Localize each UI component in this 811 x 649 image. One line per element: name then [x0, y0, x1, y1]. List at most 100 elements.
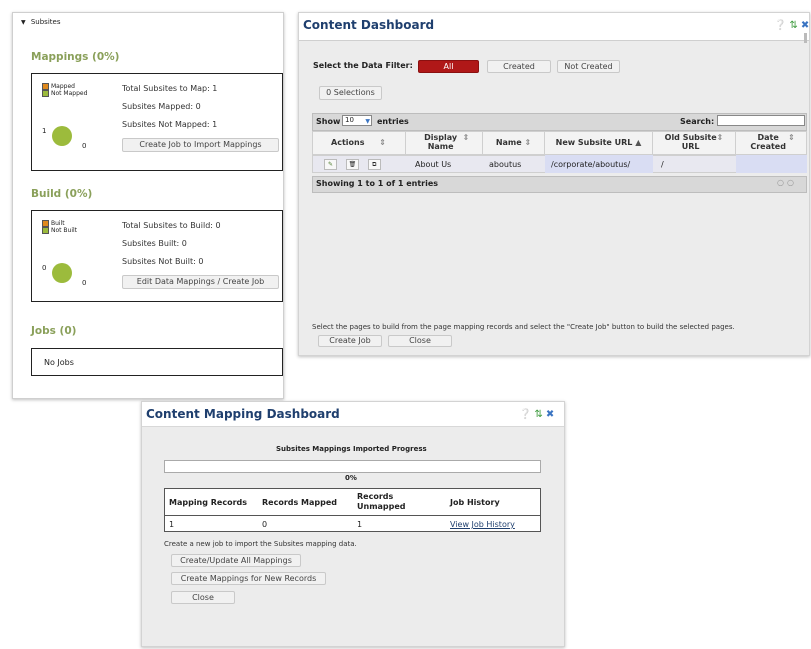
column-display-name[interactable]: Display Name⇕ [406, 131, 483, 155]
progress-bar [164, 460, 541, 473]
filter-all-button[interactable]: All [418, 60, 479, 73]
cell-records-unmapped: 1 [357, 520, 363, 529]
data-filter-label: Select the Data Filter: [313, 61, 413, 70]
entries-select[interactable]: 10 ▼ [342, 115, 372, 126]
progress-label: 0% [345, 474, 357, 482]
delete-icon[interactable]: 🗑 [345, 159, 359, 170]
build-box: Built Not Built 0 0 Total Subsites to Bu… [31, 210, 283, 302]
jobs-title: Jobs (0) [31, 325, 77, 337]
copy-icon[interactable]: ⧉ [367, 159, 381, 170]
edit-icon[interactable]: ✎ [324, 159, 337, 170]
pie-label-right: 0 [82, 279, 86, 287]
search-input[interactable] [717, 115, 805, 126]
showing-entries-label: Showing 1 to 1 of 1 entries [316, 179, 439, 188]
import-instructions: Create a new job to import the Subsites … [164, 540, 357, 548]
column-new-subsite-url[interactable]: New Subsite URL ▲ [545, 131, 653, 155]
legend-not-mapped: Not Mapped [42, 90, 87, 97]
mappings-mapped: Subsites Mapped: 0 [122, 102, 201, 111]
subsites-header[interactable]: ▼ Subsites [21, 18, 60, 26]
mappings-total: Total Subsites to Map: 1 [122, 84, 218, 93]
no-jobs-label: No Jobs [44, 358, 74, 367]
build-not-built: Subsites Not Built: 0 [122, 257, 204, 266]
mappings-not-mapped: Subsites Not Mapped: 1 [122, 120, 218, 129]
sort-icon: ⇕ [788, 133, 795, 142]
mapping-dashboard-title: Content Mapping Dashboard [146, 407, 340, 421]
legend-built: Built [42, 220, 77, 227]
subsites-header-label: Subsites [30, 18, 61, 26]
column-mapping-records: Mapping Records [169, 498, 248, 507]
refresh-icon[interactable]: ⇅ [789, 20, 797, 31]
show-label: Show [316, 117, 341, 126]
collapse-triangle-icon[interactable]: ▼ [21, 19, 26, 26]
column-old-subsite-url[interactable]: Old Subsite URL⇕ [653, 131, 736, 155]
pie-label-left: 1 [42, 127, 46, 135]
close-button[interactable]: Close [388, 335, 452, 347]
filter-not-created-button[interactable]: Not Created [557, 60, 620, 73]
help-icon[interactable]: ❔ [774, 20, 786, 31]
build-total: Total Subsites to Build: 0 [122, 221, 221, 230]
subsites-panel: ▼ Subsites Mappings (0%) Mapped Not Mapp… [12, 12, 284, 399]
column-job-history: Job History [450, 498, 500, 507]
build-pie-chart: 0 0 [42, 263, 86, 287]
pie-label-left: 0 [42, 264, 46, 272]
row-old-url: / [661, 160, 664, 169]
column-date-created[interactable]: Date Created⇕ [736, 131, 807, 155]
sort-icon: ⇕ [716, 133, 724, 142]
help-icon[interactable]: ❔ [519, 409, 531, 420]
mapping-dashboard-window-controls: ❔ ⇅ ✖ [516, 409, 554, 420]
content-dashboard-window: Content Dashboard ❔ ⇅ ✖ Select the Data Fi… [298, 12, 810, 356]
build-title: Build (0%) [31, 188, 93, 200]
previous-page-icon[interactable]: ○ [777, 178, 784, 187]
close-icon[interactable]: ✖ [801, 20, 809, 31]
filter-created-button[interactable]: Created [487, 60, 551, 73]
green-swatch-icon [42, 90, 49, 97]
mappings-box: Mapped Not Mapped 1 0 Total Subsites to … [31, 73, 283, 171]
create-job-import-mappings-button[interactable]: Create Job to Import Mappings [122, 138, 279, 152]
content-dashboard-title: Content Dashboard [303, 18, 435, 32]
row-actions: ✎ 🗑 ⧉ [324, 159, 381, 170]
build-built: Subsites Built: 0 [122, 239, 187, 248]
view-job-history-link[interactable]: View Job History [450, 520, 515, 529]
legend-not-built: Not Built [42, 227, 77, 234]
edit-data-mappings-button[interactable]: Edit Data Mappings / Create Job [122, 275, 279, 289]
pie-label-right: 0 [82, 142, 86, 150]
entries-label: entries [377, 117, 409, 126]
sort-ascending-icon: ▲ [635, 138, 642, 147]
build-instructions: Select the pages to build from the page … [312, 323, 735, 331]
sort-icon: ⇕ [524, 138, 532, 147]
mappings-pie-chart: 1 0 [42, 126, 86, 150]
scrollbar[interactable] [804, 33, 807, 43]
content-dashboard-window-controls: ❔ ⇅ ✖ [771, 20, 809, 31]
close-icon[interactable]: ✖ [546, 409, 554, 420]
refresh-icon[interactable]: ⇅ [534, 409, 542, 420]
chevron-down-icon: ▼ [365, 118, 370, 125]
sort-icon: ⇕ [462, 133, 470, 142]
row-name: aboutus [489, 160, 522, 169]
column-records-mapped: Records Mapped [262, 498, 338, 507]
date-created-cell [736, 155, 807, 173]
selections-button[interactable]: 0 Selections [319, 86, 382, 100]
create-job-button[interactable]: Create Job [318, 335, 382, 347]
legend-mapped: Mapped [42, 83, 87, 90]
content-mapping-dashboard-window: Content Mapping Dashboard ❔ ⇅ ✖ Subsites M… [141, 401, 565, 647]
progress-title: Subsites Mappings Imported Progress [276, 445, 427, 453]
mapping-records-table: Mapping Records Records Mapped Records U… [164, 488, 541, 532]
orange-swatch-icon [42, 220, 49, 227]
row-display-name: About Us [415, 160, 452, 169]
row-new-url: /corporate/aboutus/ [551, 160, 631, 169]
next-page-icon[interactable]: ○ [787, 178, 794, 187]
build-legend: Built Not Built [42, 220, 77, 234]
pagination: ○ ○ [777, 178, 794, 187]
green-swatch-icon [42, 227, 49, 234]
mappings-legend: Mapped Not Mapped [42, 83, 87, 97]
create-update-all-mappings-button[interactable]: Create/Update All Mappings [171, 554, 301, 567]
column-name[interactable]: Name ⇕ [483, 131, 545, 155]
create-mappings-new-records-button[interactable]: Create Mappings for New Records [171, 572, 326, 585]
close-button[interactable]: Close [171, 591, 235, 604]
cell-mapping-records: 1 [169, 520, 175, 529]
column-records-unmapped: Records Unmapped [357, 492, 406, 511]
mappings-title: Mappings (0%) [31, 51, 120, 63]
table-divider [165, 515, 540, 516]
column-actions[interactable]: Actions ⇕ [312, 131, 406, 155]
orange-swatch-icon [42, 83, 49, 90]
